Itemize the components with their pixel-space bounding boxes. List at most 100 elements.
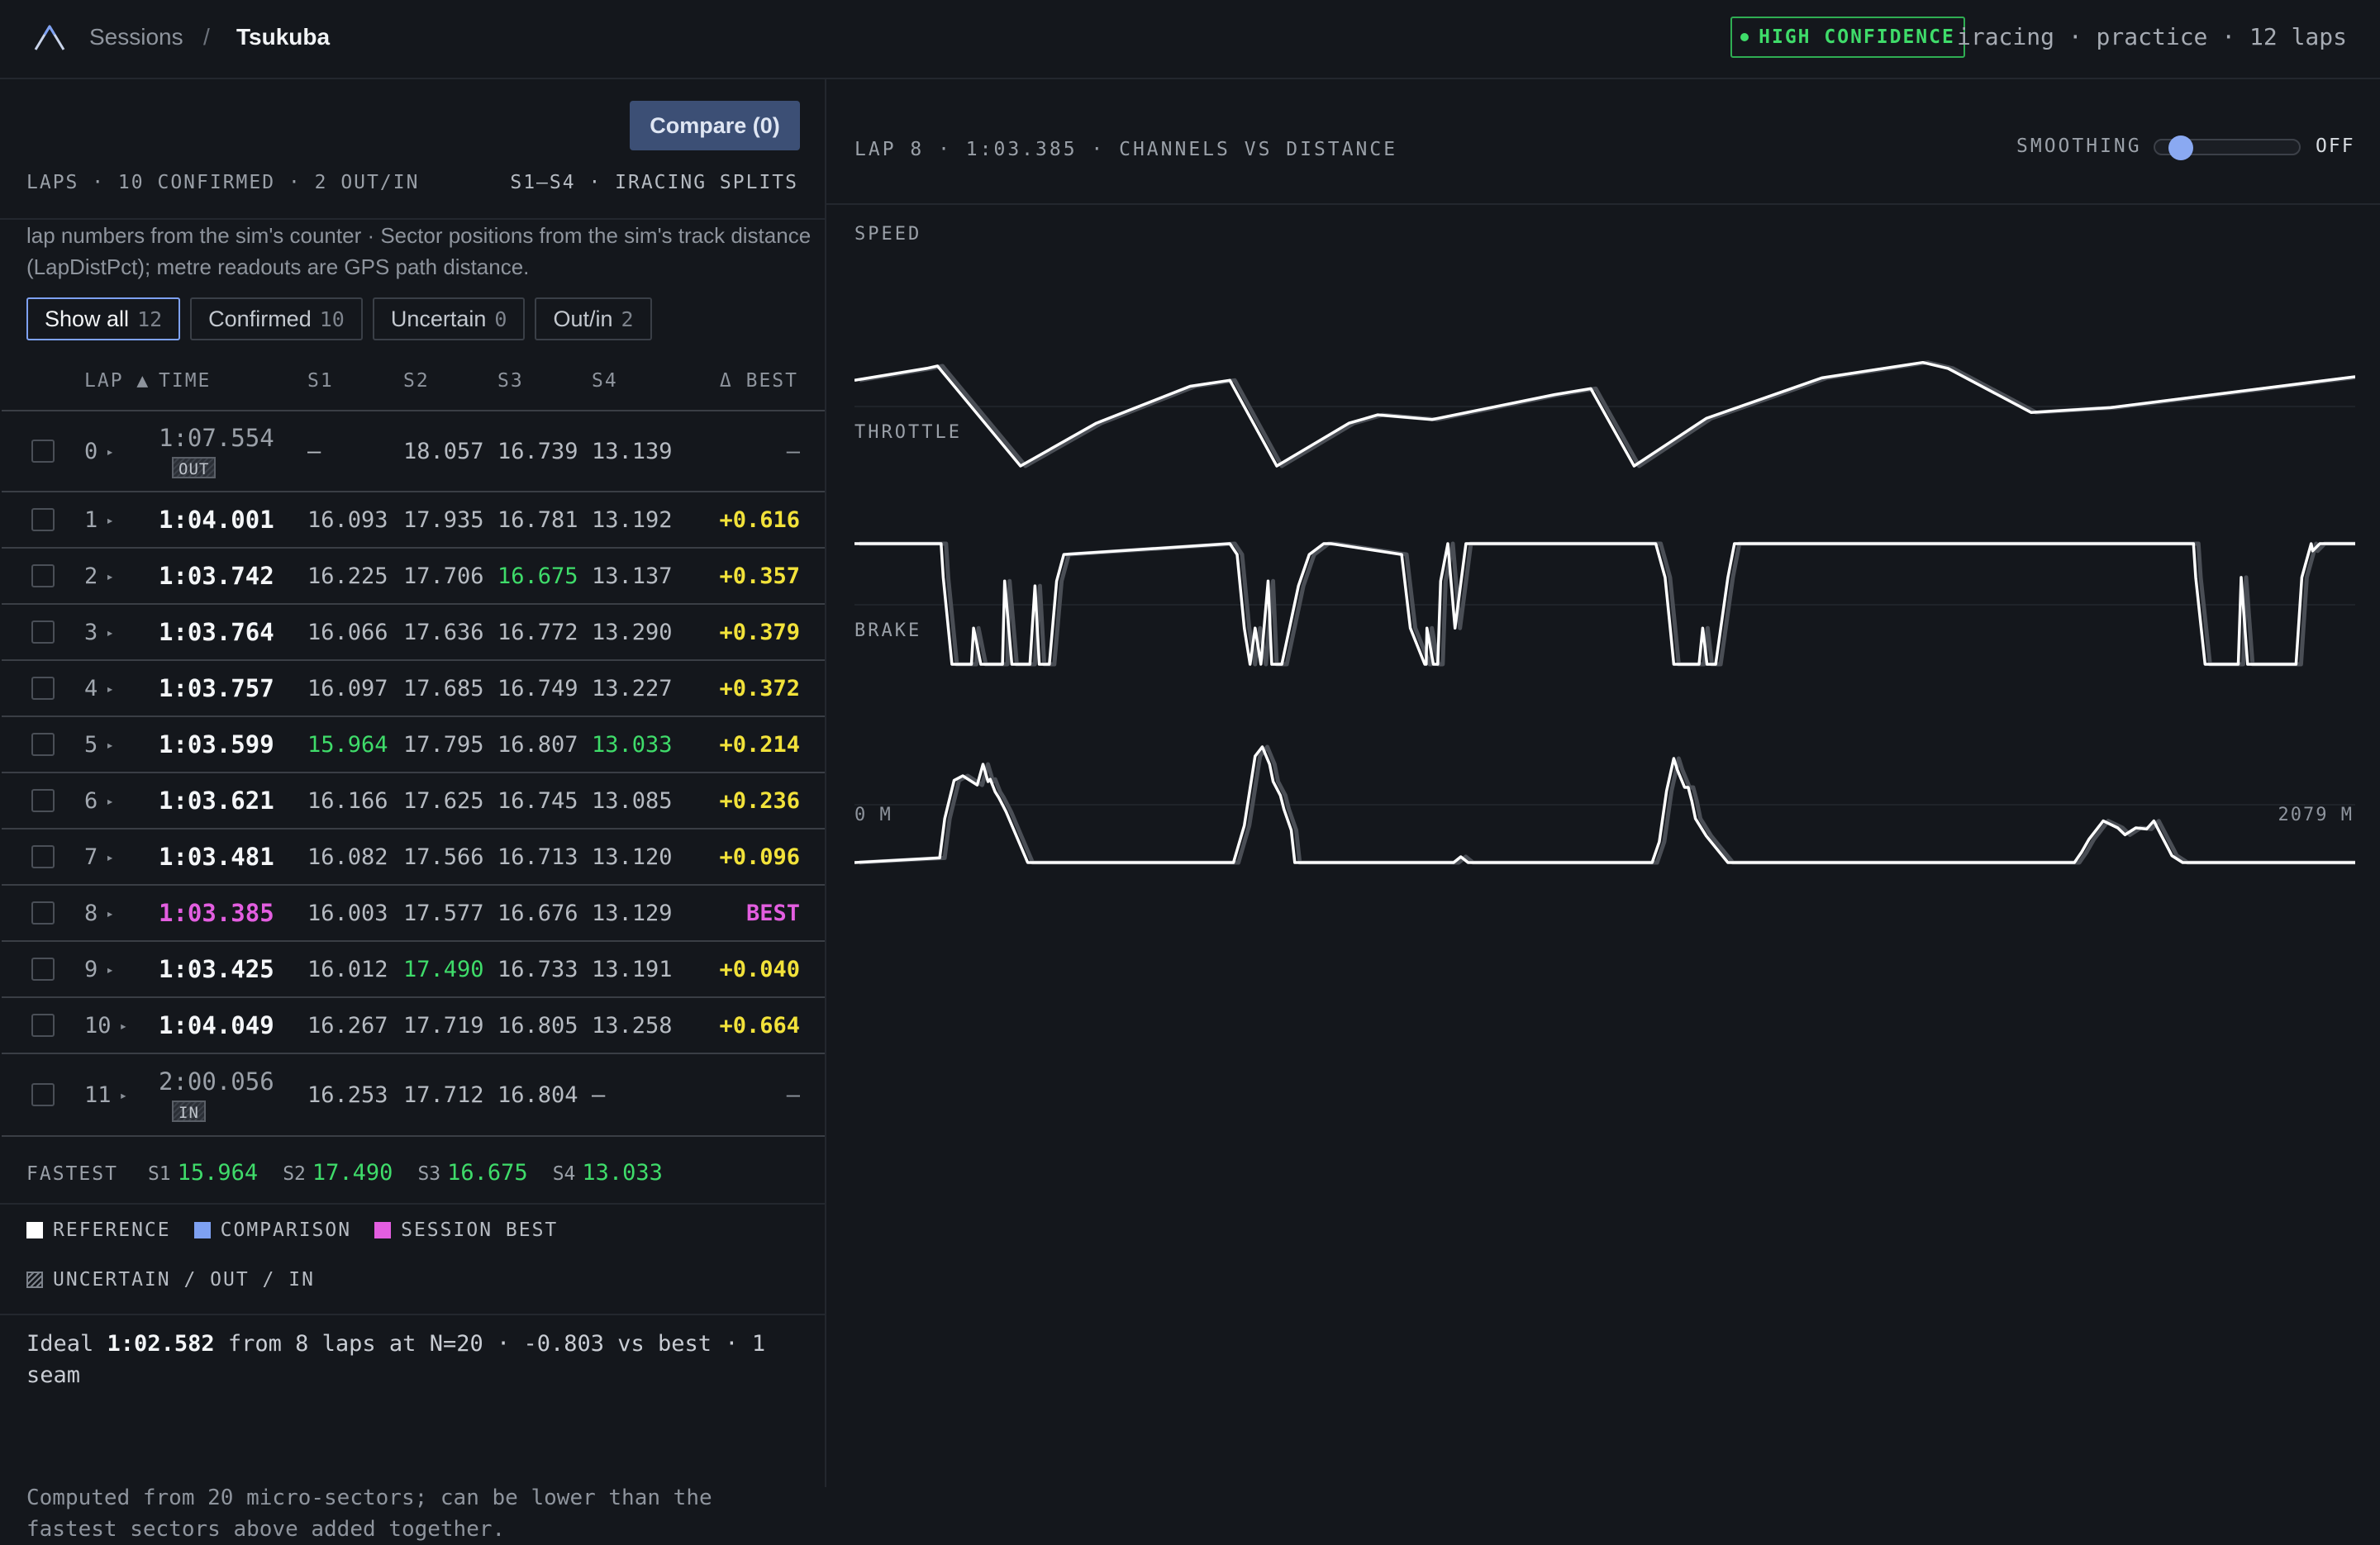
legend-uncertain: UNCERTAIN / OUT / IN [26,1269,315,1291]
column-header-s1[interactable]: S1 [307,370,334,392]
sector-3-time: 16.713 [497,844,578,870]
lap-select-checkbox[interactable] [31,901,55,925]
lap-row[interactable]: 8 ▸ 1:03.385 16.003 17.577 16.676 13.129 BEST [2,886,825,942]
confidence-badge: HIGH CONFIDENCE [1730,17,1965,58]
column-header-s3[interactable]: S3 [497,370,524,392]
filter-count: 2 [621,307,634,331]
lap-row[interactable]: 4 ▸ 1:03.757 16.097 17.685 16.749 13.227 +0.372 [2,661,825,717]
lap-row[interactable]: 2 ▸ 1:03.742 16.225 17.706 16.675 13.137 +0.357 [2,549,825,605]
swatch [374,1222,392,1238]
delta-to-best: +0.096 [719,844,800,870]
fastest-label: FASTEST [26,1163,118,1185]
sector-key: S1 [147,1163,171,1185]
sector-2-time: 17.706 [403,563,484,589]
chevron-right-icon[interactable]: ▸ [120,1087,128,1103]
sector-key: S4 [552,1163,576,1185]
lap-select-checkbox[interactable] [31,440,55,463]
chevron-right-icon[interactable]: ▸ [106,793,114,809]
sector-1-time: 16.253 [307,1082,388,1108]
lap-row[interactable]: 9 ▸ 1:03.425 16.012 17.490 16.733 13.191 +0.040 [2,942,825,998]
fastest-s3: 16.675 [447,1160,528,1186]
laps-heading: LAPS · 10 CONFIRMED · 2 OUT/IN [26,172,420,193]
lap-select-checkbox[interactable] [31,620,55,644]
lap-number: 10 ▸ [84,1012,128,1039]
chevron-right-icon[interactable]: ▸ [106,444,114,459]
lap-number: 8 ▸ [84,900,114,926]
ideal-prefix: Ideal [26,1331,94,1357]
filter-confirmed[interactable]: Confirmed 10 [190,297,363,340]
column-header-s2[interactable]: S2 [403,370,430,392]
sector-2-time: 18.057 [403,438,484,464]
delta-to-best: +0.372 [719,675,800,701]
filter-out-in[interactable]: Out/in 2 [535,297,652,340]
chevron-right-icon[interactable]: ▸ [106,849,114,865]
compare-button[interactable]: Compare (0) [630,101,800,150]
column-header-lap[interactable]: LAP ▲ [84,370,150,392]
chevron-right-icon[interactable]: ▸ [106,737,114,753]
sector-2-time: 17.566 [403,844,484,870]
chevron-right-icon[interactable]: ▸ [106,512,114,528]
column-header-time[interactable]: TIME [159,370,211,392]
smoothing-slider[interactable] [2154,135,2301,160]
sector-4-time: 13.033 [592,731,673,758]
lap-select-checkbox[interactable] [31,1014,55,1037]
delta-to-best: +0.357 [719,563,800,589]
column-header-delta[interactable]: Δ BEST [720,370,798,392]
sector-key: S3 [417,1163,441,1185]
chevron-right-icon[interactable]: ▸ [106,962,114,977]
slider-handle[interactable] [2168,135,2194,160]
lap-select-checkbox[interactable] [31,958,55,981]
sector-4-time: 13.129 [592,900,673,926]
delta-to-best: BEST [745,900,800,926]
lap-row[interactable]: 1 ▸ 1:04.001 16.093 17.935 16.781 13.192 +0.616 [2,492,825,549]
lap-select-checkbox[interactable] [31,508,55,531]
lap-number: 4 ▸ [84,675,114,701]
chevron-right-icon[interactable]: ▸ [106,681,114,696]
delta-to-best: +0.214 [719,731,800,758]
lap-number: 7 ▸ [84,844,114,870]
chevron-right-icon[interactable]: ▸ [106,568,114,584]
swatch [26,1222,43,1238]
lap-select-checkbox[interactable] [31,1083,55,1106]
lap-row[interactable]: 3 ▸ 1:03.764 16.066 17.636 16.772 13.290 +0.379 [2,605,825,661]
sector-3-time: 16.739 [497,438,578,464]
breadcrumb-current: Tsukuba [236,24,331,50]
lap-row[interactable]: 0 ▸ 1:07.554 OUT — 18.057 16.739 13.139 — [2,410,825,492]
ideal-time: 1:02.582 [107,1331,215,1357]
lap-row[interactable]: 6 ▸ 1:03.621 16.166 17.625 16.745 13.085 +0.236 [2,773,825,830]
filter-show-all[interactable]: Show all 12 [26,297,181,340]
sector-1-time: 16.003 [307,900,388,926]
delta-to-best: +0.236 [719,787,800,814]
divider [0,1203,826,1205]
lap-select-checkbox[interactable] [31,845,55,868]
lap-row[interactable]: 11 ▸ 2:00.056 IN 16.253 17.712 16.804 — — [2,1054,825,1137]
lap-row[interactable]: 5 ▸ 1:03.599 15.964 17.795 16.807 13.033 +0.214 [2,717,825,773]
lap-time: 1:03.757 [159,674,274,702]
filter-uncertain[interactable]: Uncertain 0 [372,297,526,340]
fastest-s2: 17.490 [312,1160,393,1186]
chart-label-throttle: THROTTLE [854,422,962,443]
breadcrumb-sessions[interactable]: Sessions [89,23,183,51]
chevron-right-icon[interactable]: ▸ [120,1018,128,1034]
lap-select-checkbox[interactable] [31,564,55,587]
chevron-right-icon[interactable]: ▸ [106,906,114,921]
column-header-s4[interactable]: S4 [592,370,618,392]
breadcrumb-separator: / [203,24,210,50]
axis-end-label: 2079 M [2278,805,2354,825]
sector-1-time: 16.066 [307,619,388,645]
lap-select-checkbox[interactable] [31,789,55,812]
lap-number: 3 ▸ [84,619,114,645]
lap-row[interactable]: 10 ▸ 1:04.049 16.267 17.719 16.805 13.258 +0.66… [2,998,825,1054]
lap-select-checkbox[interactable] [31,733,55,756]
lap-number: 1 ▸ [84,506,114,533]
lap-time: 1:04.049 [159,1011,274,1039]
mountain-logo-icon[interactable] [33,23,66,51]
sector-4-time: 13.258 [592,1012,673,1039]
lap-status-tag: OUT [172,457,217,478]
status-dot-icon [1740,33,1749,41]
chevron-right-icon[interactable]: ▸ [106,625,114,640]
lap-select-checkbox[interactable] [31,677,55,700]
lap-status-tag: IN [172,1101,206,1122]
lap-row[interactable]: 7 ▸ 1:03.481 16.082 17.566 16.713 13.120 +0.096 [2,830,825,886]
channel-charts[interactable]: SPEED THROTTLE BRAKE [854,221,2355,932]
